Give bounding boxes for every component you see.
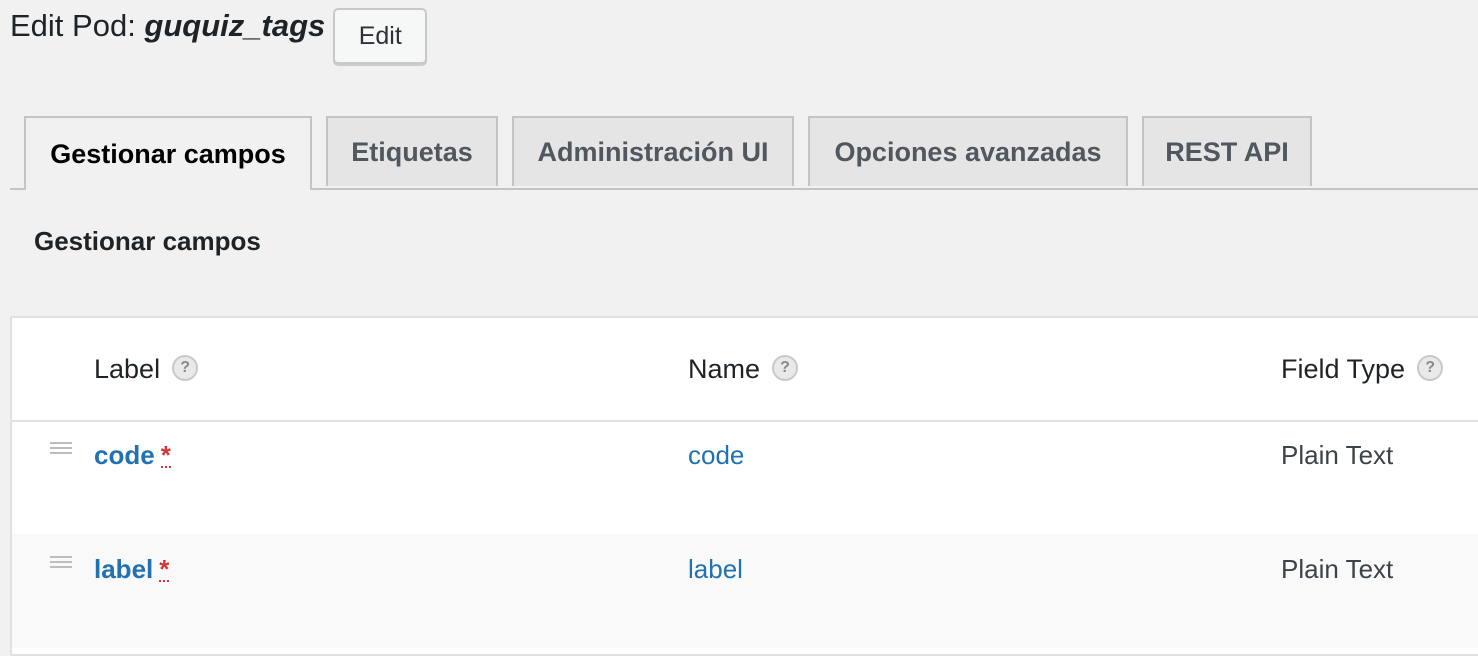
field-label-cell: label *: [94, 554, 170, 585]
table-header: Label ? Name ? Field Type ?: [12, 318, 1478, 422]
edit-pod-button[interactable]: Edit: [333, 8, 428, 64]
fields-table: Label ? Name ? Field Type ? code * code P…: [10, 316, 1478, 656]
tab-gestionar-campos[interactable]: Gestionar campos: [24, 116, 312, 190]
field-name-link[interactable]: code: [688, 440, 744, 470]
column-header-label: Label ?: [94, 354, 199, 385]
tab-rest-api[interactable]: REST API: [1142, 116, 1312, 186]
help-icon[interactable]: ?: [172, 354, 199, 381]
column-header-label-text: Label: [94, 354, 161, 384]
field-label-link[interactable]: label: [94, 554, 153, 584]
field-name-cell: code: [688, 440, 744, 471]
field-name-link[interactable]: label: [688, 554, 743, 584]
table-row: code * code Plain Text: [12, 420, 1478, 534]
column-header-name: Name ?: [688, 354, 799, 385]
field-name-cell: label: [688, 554, 743, 585]
column-header-field-type-text: Field Type: [1281, 354, 1406, 384]
column-header-field-type: Field Type ?: [1281, 354, 1444, 385]
field-type-cell: Plain Text: [1281, 554, 1394, 584]
field-type-cell: Plain Text: [1281, 440, 1394, 470]
required-indicator: *: [159, 554, 170, 584]
tab-opciones-avanzadas[interactable]: Opciones avanzadas: [808, 116, 1128, 186]
page-title: Edit Pod: guquiz_tags: [10, 8, 325, 44]
page-header: Edit Pod: guquiz_tags Edit: [10, 8, 428, 66]
section-title: Gestionar campos: [34, 226, 261, 256]
tab-bar: Gestionar campos Etiquetas Administració…: [10, 116, 1478, 190]
column-header-name-text: Name: [688, 354, 761, 384]
field-label-link[interactable]: code: [94, 440, 155, 470]
field-label-cell: code *: [94, 440, 171, 471]
tab-etiquetas[interactable]: Etiquetas: [326, 116, 498, 186]
page-title-prefix: Edit Pod:: [10, 8, 145, 43]
table-row: label * label Plain Text: [12, 534, 1478, 648]
required-indicator: *: [160, 440, 171, 470]
drag-handle-icon[interactable]: [50, 556, 72, 568]
tab-administracion-ui[interactable]: Administración UI: [512, 116, 794, 186]
drag-handle-icon[interactable]: [50, 442, 72, 454]
help-icon[interactable]: ?: [1417, 354, 1444, 381]
pod-name: guquiz_tags: [144, 8, 326, 43]
help-icon[interactable]: ?: [772, 354, 799, 381]
